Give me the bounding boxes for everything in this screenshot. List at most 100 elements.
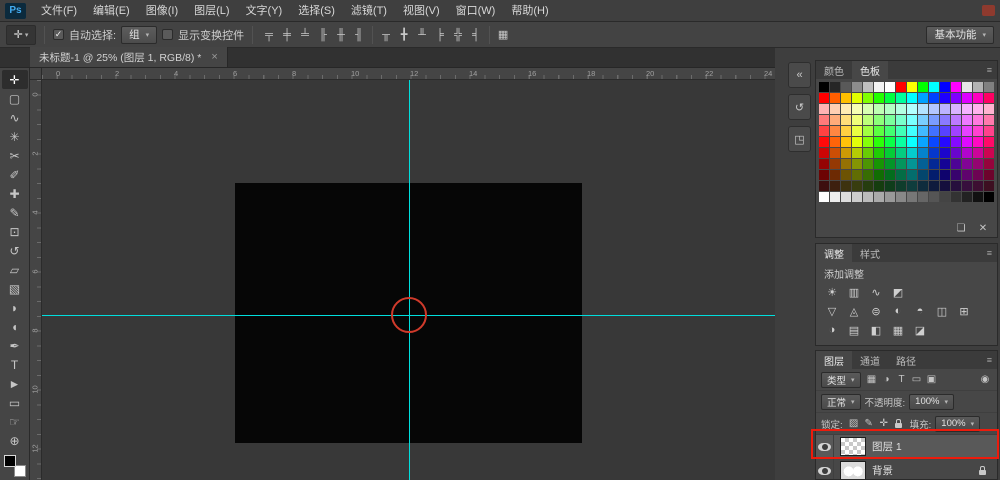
menu-file[interactable]: 文件(F) [33,0,85,22]
color-swatch[interactable] [984,126,994,136]
color-swatch[interactable] [962,192,972,202]
tab-channels[interactable]: 通道 [852,351,888,369]
vertical-ruler[interactable]: 024681012 [30,80,42,480]
color-swatch[interactable] [830,115,840,125]
quick-selection-tool[interactable]: ✳ [2,127,28,146]
clone-stamp-tool[interactable]: ⊡ [2,222,28,241]
rectangular-marquee-tool[interactable]: ▢ [2,89,28,108]
color-swatch[interactable] [940,192,950,202]
color-swatch[interactable] [951,82,961,92]
color-swatch[interactable] [940,126,950,136]
color-swatch[interactable] [885,137,895,147]
menu-image[interactable]: 图像(I) [138,0,186,22]
align-bottom-edges-button[interactable]: ╧ [297,26,313,44]
color-swatch[interactable] [929,192,939,202]
color-swatch[interactable] [830,93,840,103]
color-swatch[interactable] [962,115,972,125]
color-swatch[interactable] [929,115,939,125]
color-swatch[interactable] [819,192,829,202]
color-swatch[interactable] [852,192,862,202]
tab-color[interactable]: 颜色 [816,61,852,79]
color-swatch[interactable] [951,181,961,191]
color-swatch[interactable] [951,115,961,125]
color-swatch[interactable] [929,93,939,103]
spot-healing-brush-tool[interactable]: ✚ [2,184,28,203]
color-swatch[interactable] [907,126,917,136]
color-swatch[interactable] [962,93,972,103]
horizontal-type-tool[interactable]: T [2,355,28,374]
posterize-icon[interactable]: ▤ [845,322,863,338]
color-swatch[interactable] [885,148,895,158]
menu-filter[interactable]: 滤镜(T) [343,0,395,22]
color-swatch[interactable] [951,159,961,169]
color-swatch[interactable] [929,126,939,136]
color-swatch[interactable] [940,181,950,191]
color-swatch[interactable] [962,137,972,147]
close-icon[interactable]: × [211,51,217,63]
color-swatch[interactable] [852,126,862,136]
color-swatch[interactable] [830,137,840,147]
filter-kind-dropdown[interactable]: 类型 ▾ [821,372,861,388]
color-swatch[interactable] [852,148,862,158]
lock-position-icon[interactable]: ✛ [877,418,891,429]
color-swatch[interactable] [852,181,862,191]
color-swatch[interactable] [929,148,939,158]
color-swatch[interactable] [863,93,873,103]
color-swatch[interactable] [929,104,939,114]
collapse-panels-icon[interactable]: « [788,62,811,88]
color-swatch[interactable] [841,137,851,147]
color-swatch[interactable] [907,115,917,125]
color-swatch[interactable] [852,82,862,92]
lock-image-pixels-icon[interactable]: ✎ [862,418,876,429]
menu-view[interactable]: 视图(V) [395,0,448,22]
color-swatch[interactable] [918,181,928,191]
color-swatch[interactable] [819,159,829,169]
distribute-vertical-centers-button[interactable]: ╋ [396,26,412,44]
levels-icon[interactable]: ▥ [845,284,863,300]
menu-help[interactable]: 帮助(H) [503,0,556,22]
document-tab[interactable]: 未标题-1 @ 25% (图层 1, RGB/8) * × [30,47,228,67]
menu-type[interactable]: 文字(Y) [238,0,291,22]
path-selection-tool[interactable]: ► [2,374,28,393]
color-swatch[interactable] [852,170,862,180]
color-swatch[interactable] [874,192,884,202]
color-swatch[interactable] [885,126,895,136]
color-swatch[interactable] [852,104,862,114]
color-swatch[interactable] [819,181,829,191]
color-swatch[interactable] [841,159,851,169]
color-swatch[interactable] [984,137,994,147]
canvas-area[interactable] [42,80,775,480]
color-swatch[interactable] [819,115,829,125]
blur-tool[interactable]: ◗ [2,298,28,317]
color-swatch[interactable] [841,126,851,136]
foreground-color-chip[interactable] [4,455,16,467]
color-swatch[interactable] [885,115,895,125]
invert-icon[interactable]: ◑ [823,322,841,338]
color-swatch[interactable] [918,126,928,136]
swatches-panel-menu-icon[interactable]: ≡ [982,65,997,75]
color-swatch[interactable] [973,137,983,147]
color-swatch[interactable] [896,115,906,125]
color-swatch[interactable] [863,126,873,136]
auto-align-layers-button[interactable]: ▦ [495,26,511,44]
color-swatch[interactable] [896,137,906,147]
black-white-icon[interactable]: ◐ [889,303,907,319]
eraser-tool[interactable]: ▱ [2,260,28,279]
color-swatch[interactable] [907,137,917,147]
color-swatch[interactable] [984,170,994,180]
color-swatch[interactable] [863,192,873,202]
color-swatch[interactable] [830,148,840,158]
lock-transparent-pixels-icon[interactable]: ▨ [847,418,861,429]
color-swatch[interactable] [841,192,851,202]
color-swatch[interactable] [896,181,906,191]
color-swatch[interactable] [940,148,950,158]
color-swatch[interactable] [896,104,906,114]
tab-adjustments[interactable]: 调整 [816,244,852,262]
color-swatch[interactable] [929,137,939,147]
exposure-icon[interactable]: ◩ [889,284,907,300]
color-swatch[interactable] [863,104,873,114]
color-swatch[interactable] [874,115,884,125]
color-swatch[interactable] [830,181,840,191]
color-swatch[interactable] [830,159,840,169]
color-swatch[interactable] [940,93,950,103]
